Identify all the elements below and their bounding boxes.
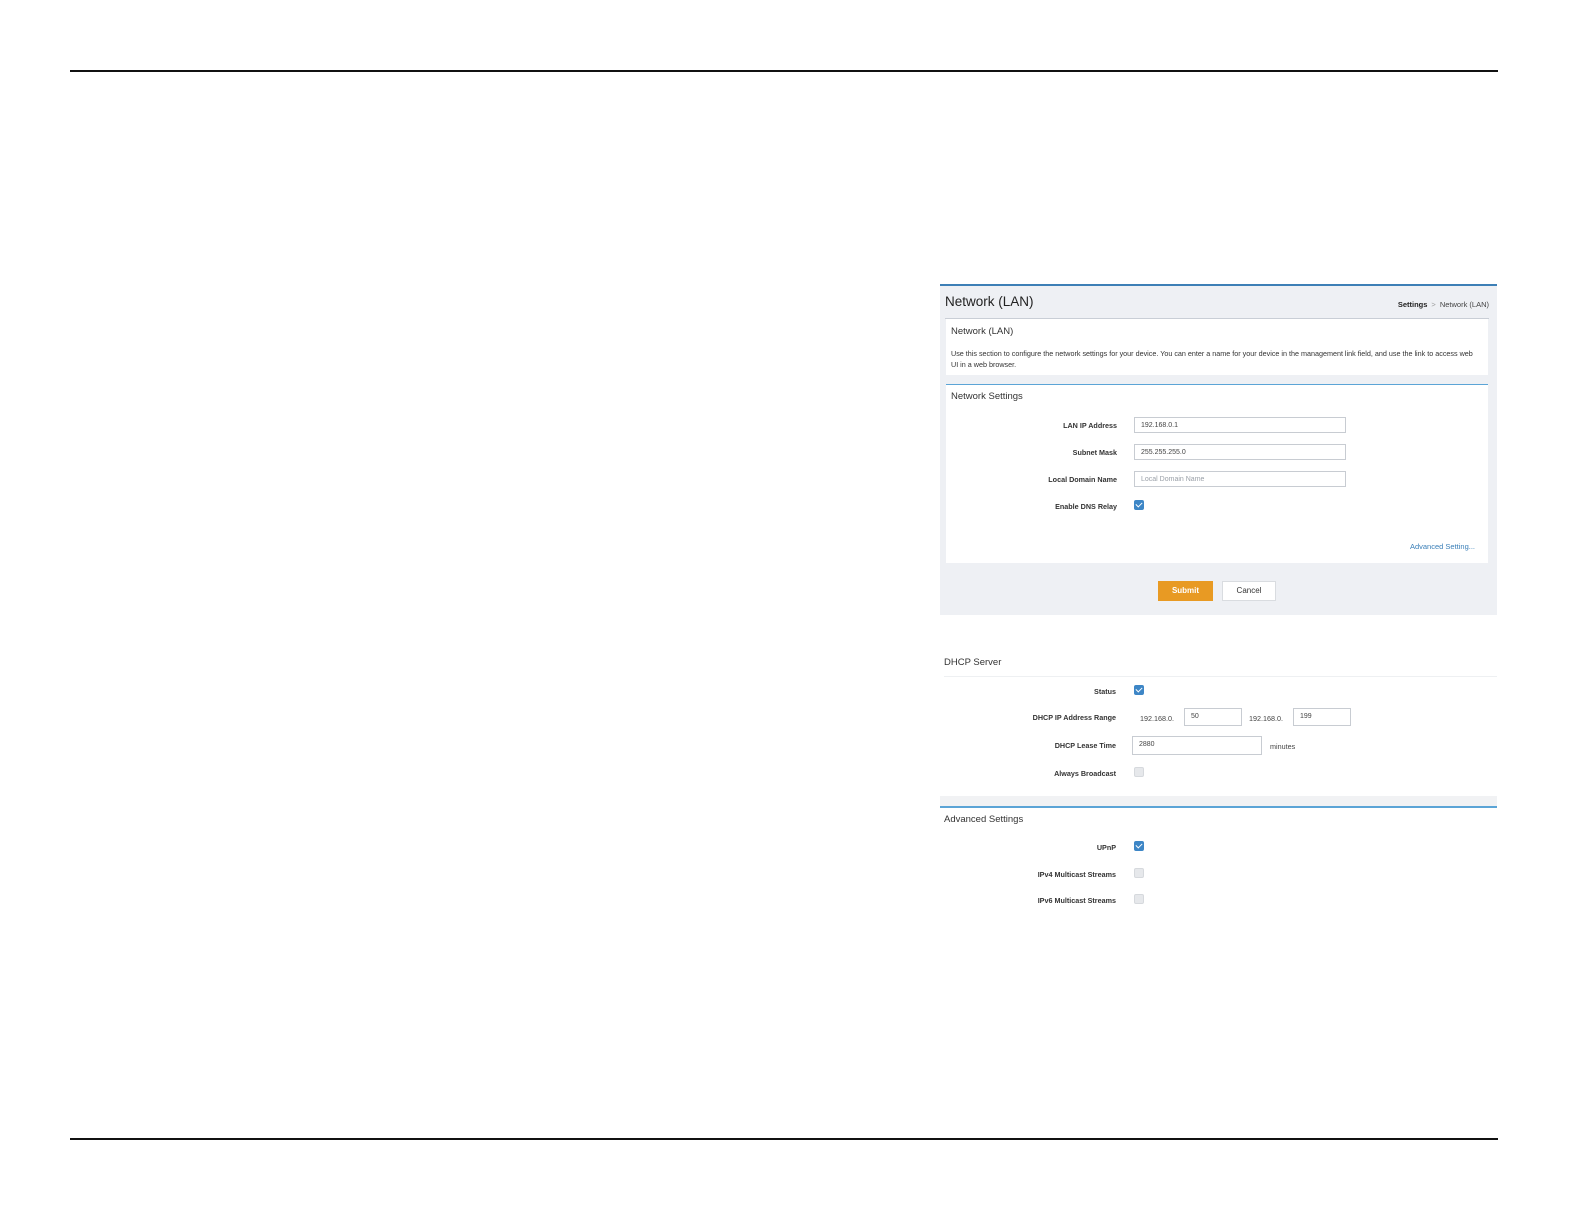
- info-box: Network (LAN) Use this section to config…: [946, 319, 1488, 375]
- breadcrumb: Settings > Network (LAN): [1398, 300, 1489, 309]
- always-broadcast-label: Always Broadcast: [1054, 769, 1116, 778]
- dhcp-range-prefix-end: 192.168.0.: [1249, 714, 1283, 723]
- local-domain-input[interactable]: Local Domain Name: [1134, 471, 1346, 487]
- ipv4-multicast-label: IPv4 Multicast Streams: [1037, 870, 1116, 879]
- dhcp-lease-input[interactable]: 2880: [1132, 736, 1262, 755]
- ipv6-multicast-label: IPv6 Multicast Streams: [1037, 896, 1116, 905]
- network-settings-box: Network Settings LAN IP Address 192.168.…: [946, 384, 1488, 563]
- dhcp-lease-unit: minutes: [1270, 742, 1296, 751]
- network-lan-panel: Network (LAN) Settings > Network (LAN) Net…: [940, 284, 1497, 615]
- subnet-mask-input[interactable]: 255.255.255.0: [1134, 444, 1346, 460]
- info-title: Network (LAN): [951, 326, 1014, 337]
- breadcrumb-network-lan: Network (LAN): [1439, 300, 1489, 309]
- subnet-mask-label: Subnet Mask: [1072, 448, 1117, 457]
- upnp-checkbox[interactable]: [1134, 841, 1144, 851]
- lan-ip-label: LAN IP Address: [1063, 421, 1117, 430]
- submit-button[interactable]: Submit: [1158, 581, 1213, 601]
- advanced-setting-link[interactable]: Advanced Setting...: [1410, 542, 1475, 551]
- local-domain-label: Local Domain Name: [1048, 475, 1117, 484]
- lan-ip-input[interactable]: 192.168.0.1: [1134, 417, 1346, 433]
- network-settings-title: Network Settings: [951, 391, 1023, 402]
- dhcp-range-end-input[interactable]: 199: [1293, 708, 1351, 726]
- cancel-button[interactable]: Cancel: [1222, 581, 1276, 601]
- upnp-label: UPnP: [1096, 843, 1116, 852]
- dns-relay-checkbox[interactable]: [1134, 500, 1144, 510]
- dns-relay-label: Enable DNS Relay: [1055, 502, 1117, 511]
- dhcp-lease-label: DHCP Lease Time: [1054, 741, 1116, 750]
- always-broadcast-checkbox[interactable]: [1134, 767, 1144, 777]
- top-rule: [70, 70, 1498, 72]
- dhcp-divider: [944, 676, 1497, 677]
- info-text: Use this section to configure the networ…: [951, 349, 1473, 369]
- breadcrumb-separator: >: [1431, 300, 1436, 309]
- advanced-divider: [940, 806, 1497, 808]
- bottom-rule: [70, 1138, 1498, 1140]
- dhcp-status-checkbox[interactable]: [1134, 685, 1144, 695]
- dhcp-range-prefix-start: 192.168.0.: [1140, 714, 1174, 723]
- dhcp-range-label: DHCP IP Address Range: [1032, 713, 1116, 722]
- dhcp-status-label: Status: [1094, 687, 1116, 696]
- breadcrumb-settings[interactable]: Settings: [1398, 300, 1428, 309]
- advanced-settings-title: Advanced Settings: [944, 814, 1024, 825]
- ipv4-multicast-checkbox[interactable]: [1134, 868, 1144, 878]
- page-title: Network (LAN): [945, 294, 1034, 309]
- section-gap-band: [940, 796, 1497, 806]
- ipv6-multicast-checkbox[interactable]: [1134, 894, 1144, 904]
- dhcp-server-title: DHCP Server: [944, 657, 1002, 668]
- dhcp-range-start-input[interactable]: 50: [1184, 708, 1242, 726]
